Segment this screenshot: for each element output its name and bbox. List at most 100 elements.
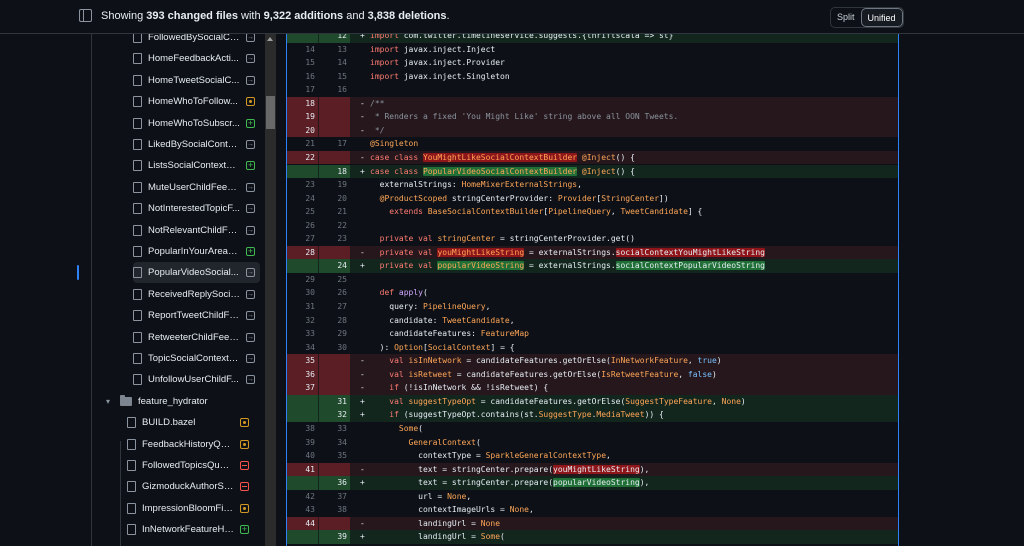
file-tree-item[interactable]: NotRelevantChildFe... <box>133 220 260 241</box>
new-line-number[interactable]: 32 <box>321 408 347 422</box>
old-line-number[interactable]: 18 <box>289 97 315 111</box>
new-line-number[interactable]: 17 <box>321 137 347 151</box>
code-token: candidate: <box>370 315 443 325</box>
file-tree-item[interactable]: FollowedBySocialCo... <box>133 34 260 48</box>
old-line-number[interactable]: 39 <box>289 436 315 450</box>
file-tree-item[interactable]: HomeFeedbackActi... <box>133 48 260 69</box>
new-line-number[interactable]: 34 <box>321 436 347 450</box>
file-tree-item[interactable]: HomeTweetSocialC... <box>133 70 260 91</box>
new-line-number[interactable]: 27 <box>321 300 347 314</box>
file-tree-item[interactable]: PopularVideoSocial... <box>77 262 260 284</box>
new-line-number[interactable]: 29 <box>321 327 347 341</box>
file-tree-item[interactable]: FollowedTopicsQuery... <box>127 455 260 476</box>
new-line-number[interactable]: 28 <box>321 314 347 328</box>
file-tree-item[interactable]: RetweeterChildFeed... <box>133 327 260 348</box>
old-line-number[interactable]: 28 <box>289 246 315 260</box>
file-tree-item[interactable]: ReportTweetChildFe... <box>133 305 260 326</box>
old-line-number[interactable]: 36 <box>289 368 315 382</box>
new-line-number[interactable]: 35 <box>321 449 347 463</box>
code-token: Some <box>480 532 501 542</box>
new-line-number[interactable]: 18 <box>321 165 347 179</box>
old-line-number[interactable]: 17 <box>289 83 315 97</box>
file-icon <box>127 460 136 471</box>
new-line-number[interactable]: 39 <box>321 530 347 544</box>
old-line-number[interactable]: 35 <box>289 354 315 368</box>
old-line-number[interactable]: 29 <box>289 273 315 287</box>
old-line-number[interactable]: 27 <box>289 232 315 246</box>
scroll-up-arrow-icon[interactable] <box>267 37 273 41</box>
file-tree-item[interactable]: NotInterestedTopicF... <box>133 198 260 219</box>
old-line-number[interactable]: 19 <box>289 110 315 124</box>
code-token: YouMightLikeSocialContextBuilder <box>422 152 578 162</box>
code-token: Some <box>398 423 419 433</box>
new-line-number[interactable]: 22 <box>321 219 347 233</box>
old-line-number[interactable]: 16 <box>289 70 315 84</box>
file-tree-item[interactable]: FeedbackHistoryQue... <box>127 434 260 455</box>
file-tree-item[interactable]: BUILD.bazel <box>127 412 260 433</box>
file-tree-item[interactable]: HomeWhoToSubscr... <box>133 113 260 134</box>
new-line-number[interactable]: 16 <box>321 83 347 97</box>
old-line-number[interactable]: 32 <box>289 314 315 328</box>
file-tree-item[interactable]: ReceivedReplySocial... <box>133 284 260 305</box>
file-modified-icon <box>240 439 249 449</box>
file-tree-item[interactable]: ListsSocialContextB... <box>133 155 260 176</box>
new-line-number[interactable]: 20 <box>321 192 347 206</box>
old-line-number[interactable]: 26 <box>289 219 315 233</box>
old-line-number[interactable]: 40 <box>289 449 315 463</box>
old-line-number[interactable]: 38 <box>289 422 315 436</box>
file-tree-item[interactable]: UnfollowUserChildF... <box>133 369 260 390</box>
deleted-line: 20 - */ <box>287 123 898 138</box>
old-line-number[interactable]: 22 <box>289 151 315 165</box>
old-line-number[interactable]: 37 <box>289 381 315 395</box>
old-line-number[interactable]: 24 <box>289 192 315 206</box>
scrollbar-thumb[interactable] <box>266 96 275 129</box>
line-number-gutter <box>319 462 350 477</box>
new-line-number[interactable]: 23 <box>321 232 347 246</box>
file-tree-item[interactable]: GizmoduckAuthorSaf... <box>127 476 260 497</box>
old-line-number[interactable]: 31 <box>289 300 315 314</box>
new-line-number[interactable]: 38 <box>321 503 347 517</box>
folder-item[interactable]: ▾ feature_hydrator <box>106 391 260 412</box>
old-line-number[interactable]: 21 <box>289 137 315 151</box>
toggle-file-tree-icon[interactable] <box>79 9 92 22</box>
old-line-number[interactable]: 14 <box>289 43 315 57</box>
new-line-number[interactable]: 15 <box>321 70 347 84</box>
new-line-number[interactable]: 12 <box>321 34 347 43</box>
file-tree-item[interactable]: PopularInYourAreaS... <box>133 241 260 262</box>
old-line-number[interactable]: 44 <box>289 517 315 531</box>
old-line-number[interactable]: 34 <box>289 341 315 355</box>
new-line-number[interactable]: 26 <box>321 286 347 300</box>
old-line-number[interactable]: 33 <box>289 327 315 341</box>
new-line-number[interactable]: 13 <box>321 43 347 57</box>
new-line-number[interactable]: 21 <box>321 205 347 219</box>
new-line-number[interactable]: 24 <box>321 259 347 273</box>
new-line-number[interactable]: 31 <box>321 395 347 409</box>
new-line-number[interactable]: 19 <box>321 178 347 192</box>
file-tree-item[interactable]: HomeWhoToFollow... <box>133 91 260 112</box>
split-view-button[interactable]: Split <box>831 8 861 27</box>
file-tree-scrollbar[interactable] <box>265 34 276 546</box>
old-line-number[interactable]: 20 <box>289 124 315 138</box>
code-token: import <box>370 58 399 68</box>
diff-marker: + <box>360 396 365 406</box>
file-tree-item[interactable]: ImpressionBloomFilt... <box>127 498 260 519</box>
new-line-number[interactable]: 25 <box>321 273 347 287</box>
old-line-number[interactable]: 25 <box>289 205 315 219</box>
old-line-number[interactable]: 42 <box>289 490 315 504</box>
new-line-number[interactable]: 30 <box>321 341 347 355</box>
old-line-number[interactable]: 41 <box>289 463 315 477</box>
code-token: * Renders a fixed 'You Might Like' strin… <box>370 112 679 122</box>
file-tree-item[interactable]: LikedBySocialConte... <box>133 134 260 155</box>
old-line-number[interactable]: 23 <box>289 178 315 192</box>
new-line-number[interactable]: 37 <box>321 490 347 504</box>
new-line-number[interactable]: 36 <box>321 476 347 490</box>
file-tree-item[interactable]: MuteUserChildFeed... <box>133 177 260 198</box>
unified-view-button[interactable]: Unified <box>860 8 903 27</box>
file-tree-item[interactable]: TopicSocialContextB... <box>133 348 260 369</box>
new-line-number[interactable]: 33 <box>321 422 347 436</box>
new-line-number[interactable]: 14 <box>321 56 347 70</box>
old-line-number[interactable]: 15 <box>289 56 315 70</box>
old-line-number[interactable]: 30 <box>289 286 315 300</box>
file-tree-item[interactable]: InNetworkFeatureHy... <box>127 519 260 540</box>
old-line-number[interactable]: 43 <box>289 503 315 517</box>
